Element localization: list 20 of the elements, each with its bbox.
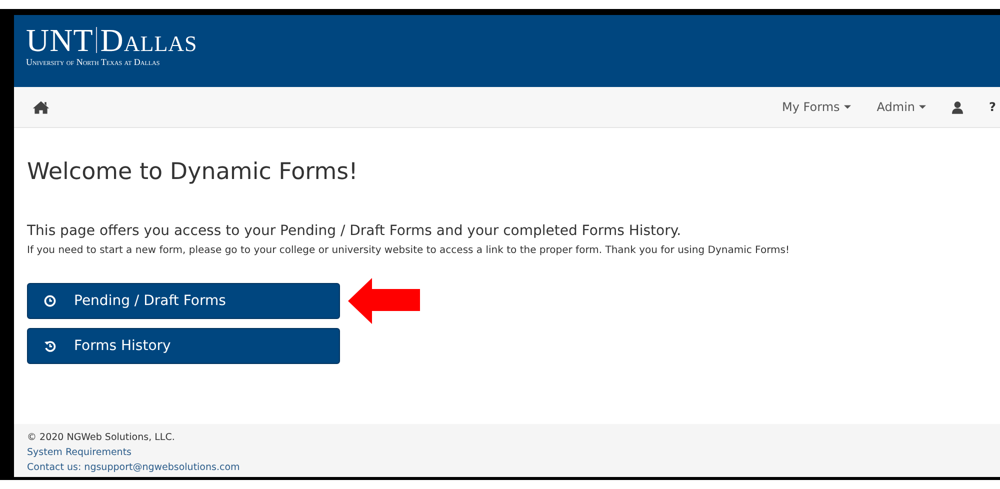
logo-subtitle: University of North Texas at Dallas bbox=[26, 57, 161, 67]
home-icon[interactable] bbox=[32, 100, 50, 114]
help-link[interactable]: ? bbox=[989, 100, 996, 114]
nav-button[interactable]: Forms History bbox=[27, 328, 340, 364]
history-icon bbox=[44, 340, 56, 352]
nav-menu[interactable]: Admin bbox=[876, 100, 926, 114]
user-icon[interactable] bbox=[952, 100, 964, 114]
requirements-link[interactable]: System Requirements bbox=[27, 445, 987, 460]
nav-button[interactable]: Pending / Draft Forms bbox=[27, 283, 340, 319]
caret-icon bbox=[844, 105, 851, 109]
clock-icon bbox=[44, 295, 56, 307]
page-title: Welcome to Dynamic Forms! bbox=[27, 159, 359, 185]
contact-text: Contact us: ngsupport@ngwebsolutions.com bbox=[27, 461, 241, 475]
intro-text: This page offers you access to your Pending / Draft Forms and your completed Forms History. bbox=[27, 223, 682, 239]
logo-text: Dallas bbox=[100, 24, 198, 56]
copyright-text: © 2020 NGWeb Solutions, LLC. bbox=[27, 431, 176, 445]
caret-icon bbox=[919, 105, 926, 109]
note-text: If you need to start a new form, please go to your college or university website to access a link to the proper form. Thank you for using Dynamic Forms! bbox=[27, 245, 790, 256]
logo-text: UNT bbox=[26, 24, 94, 56]
nav-menu[interactable]: My Forms bbox=[782, 100, 851, 114]
